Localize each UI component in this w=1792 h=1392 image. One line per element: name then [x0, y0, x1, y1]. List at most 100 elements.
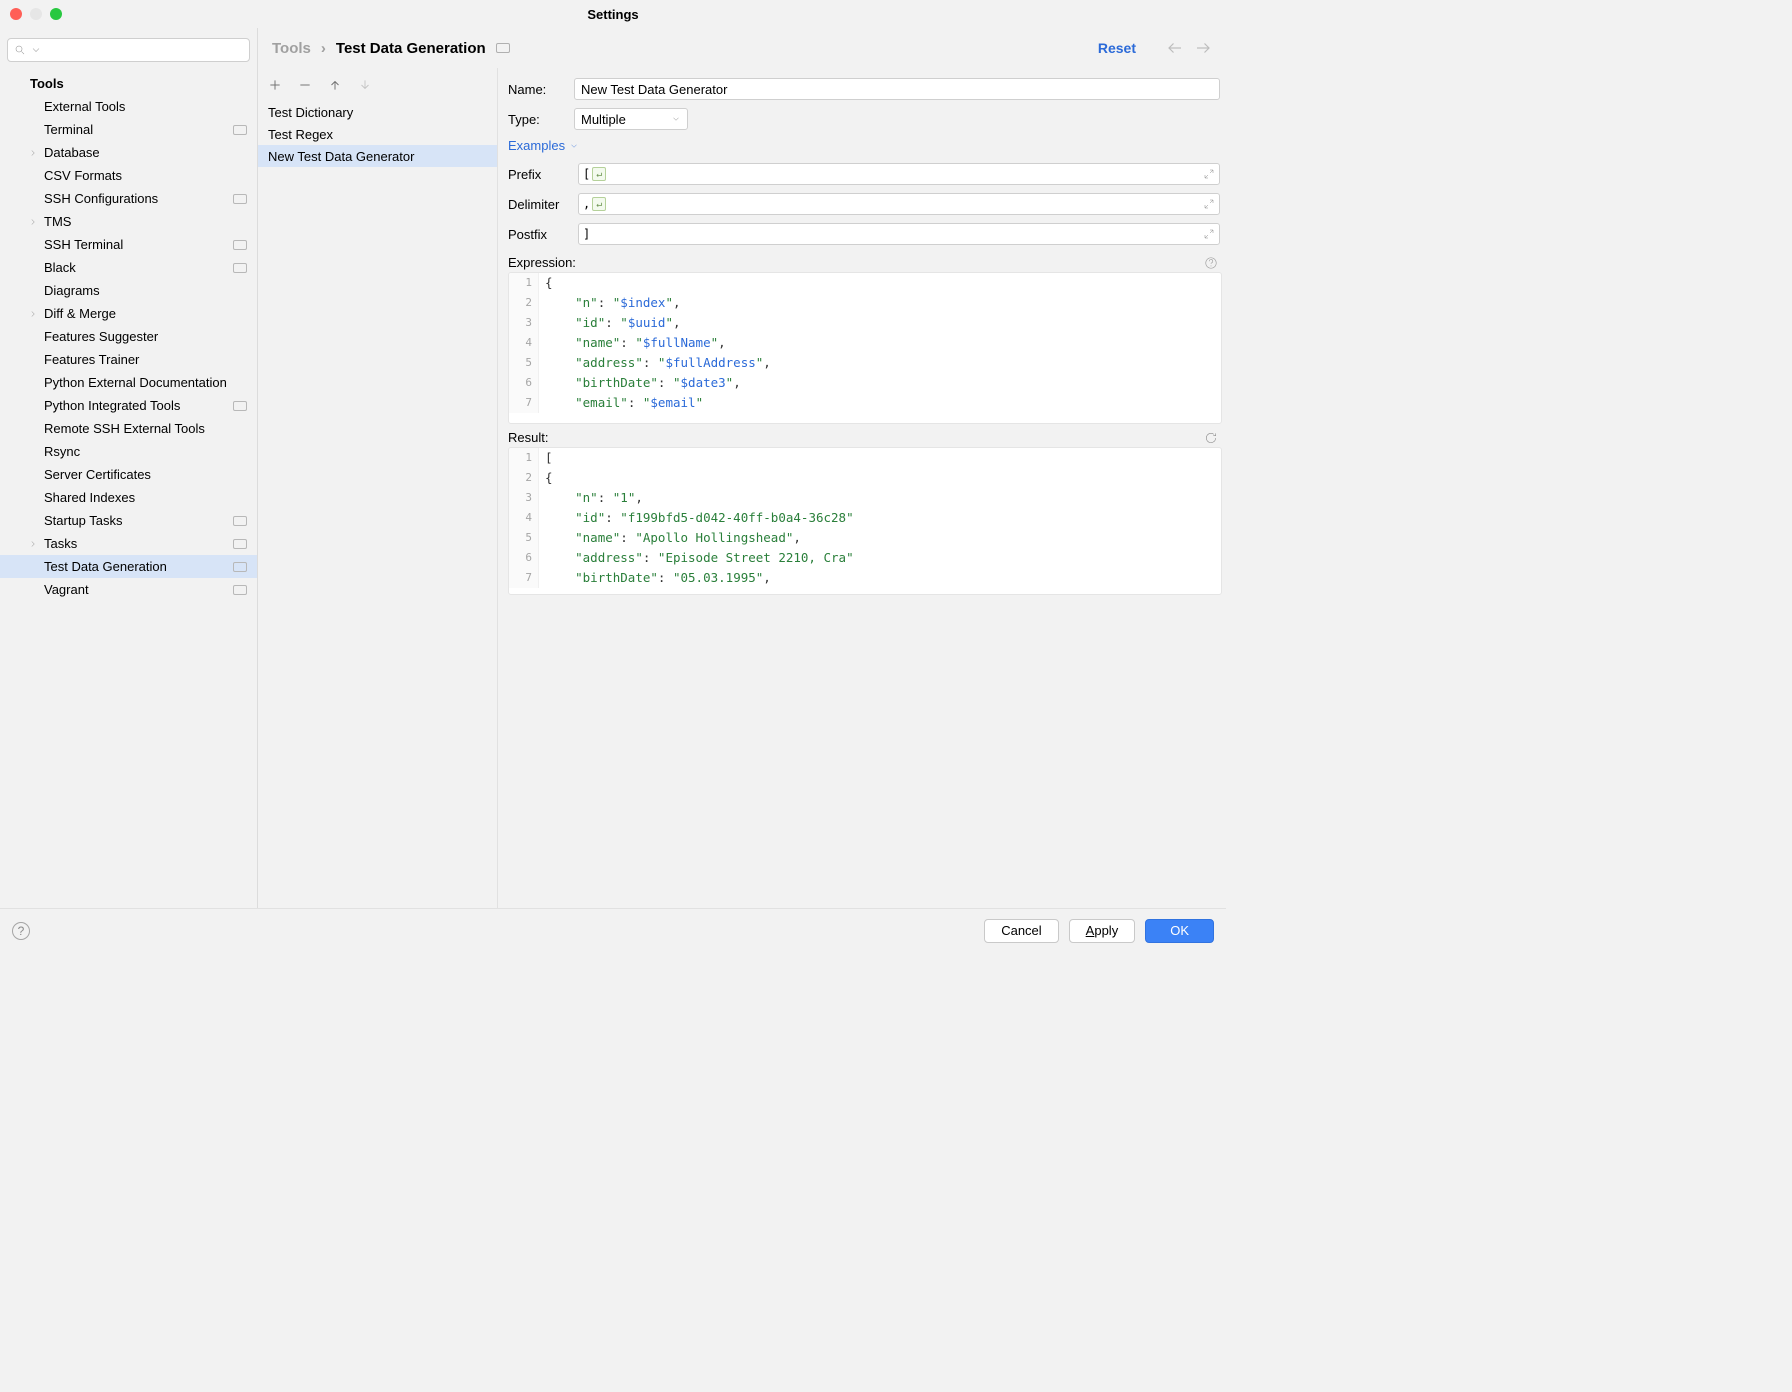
apply-button[interactable]: Apply — [1069, 919, 1136, 943]
add-generator-button[interactable] — [268, 78, 282, 95]
reset-link[interactable]: Reset — [1098, 40, 1136, 56]
prefix-input[interactable]: [ ↵ — [578, 163, 1220, 185]
breadcrumb-bar: Tools › Test Data Generation Reset — [258, 28, 1226, 68]
sidebar-item[interactable]: Python External Documentation — [0, 371, 257, 394]
sidebar-item[interactable]: Shared Indexes — [0, 486, 257, 509]
delimiter-input[interactable]: , ↵ — [578, 193, 1220, 215]
settings-search[interactable] — [7, 38, 250, 62]
sidebar-item[interactable]: Terminal — [0, 118, 257, 141]
sidebar-item[interactable]: Features Trainer — [0, 348, 257, 371]
name-input[interactable]: New Test Data Generator — [574, 78, 1220, 100]
tree-section-tools[interactable]: Tools — [0, 72, 257, 95]
sidebar-item-label: Python Integrated Tools — [44, 398, 180, 413]
nav-back-icon[interactable] — [1166, 39, 1184, 57]
sidebar-item-label: Features Trainer — [44, 352, 139, 367]
breadcrumb-current: Test Data Generation — [336, 40, 486, 57]
sidebar-item-label: Remote SSH External Tools — [44, 421, 205, 436]
sidebar-item-label: CSV Formats — [44, 168, 122, 183]
sidebar-item-label: Tasks — [44, 536, 77, 551]
settings-search-input[interactable] — [46, 43, 243, 58]
expand-icon[interactable] — [1203, 228, 1215, 240]
refresh-icon[interactable] — [1204, 431, 1218, 445]
sidebar-item-label: Diagrams — [44, 283, 100, 298]
sidebar-item-label: Python External Documentation — [44, 375, 227, 390]
dialog-footer: ? Cancel Apply OK — [0, 908, 1226, 952]
window-close[interactable] — [10, 8, 22, 20]
scope-badge-icon — [233, 240, 247, 250]
sidebar-item[interactable]: Tasks — [0, 532, 257, 555]
sidebar-item[interactable]: Features Suggester — [0, 325, 257, 348]
expression-editor[interactable]: 1{2 "n": "$index",3 "id": "$uuid",4 "nam… — [508, 272, 1222, 424]
sidebar-item-label: SSH Terminal — [44, 237, 123, 252]
generator-item[interactable]: Test Dictionary — [258, 101, 497, 123]
name-label: Name: — [508, 82, 564, 97]
sidebar-item[interactable]: Black — [0, 256, 257, 279]
sidebar-item[interactable]: CSV Formats — [0, 164, 257, 187]
sidebar-item[interactable]: Test Data Generation — [0, 555, 257, 578]
generator-panel: Test DictionaryTest RegexNew Test Data G… — [258, 68, 498, 908]
sidebar-item[interactable]: Diff & Merge — [0, 302, 257, 325]
nav-forward-icon[interactable] — [1194, 39, 1212, 57]
window-minimize[interactable] — [30, 8, 42, 20]
settings-sidebar: Tools External Tools TerminalDatabase CSV … — [0, 28, 258, 908]
scope-badge-icon — [233, 194, 247, 204]
sidebar-item[interactable]: Python Integrated Tools — [0, 394, 257, 417]
generator-list: Test DictionaryTest RegexNew Test Data G… — [258, 101, 497, 908]
examples-link[interactable]: Examples — [508, 134, 1226, 159]
scope-badge-icon — [233, 585, 247, 595]
generator-item[interactable]: Test Regex — [258, 123, 497, 145]
type-select[interactable]: Multiple — [574, 108, 688, 130]
sidebar-item[interactable]: SSH Terminal — [0, 233, 257, 256]
chevron-right-icon — [28, 148, 38, 158]
expression-label: Expression: — [508, 255, 576, 270]
generator-toolbar — [258, 74, 497, 101]
result-editor[interactable]: 1[2{3 "n": "1",4 "id": "f199bfd5-d042-40… — [508, 447, 1222, 595]
delimiter-label: Delimiter — [508, 197, 568, 212]
postfix-input[interactable]: ] — [578, 223, 1220, 245]
remove-generator-button[interactable] — [298, 78, 312, 95]
expand-icon[interactable] — [1203, 198, 1215, 210]
sidebar-item[interactable]: TMS — [0, 210, 257, 233]
window-maximize[interactable] — [50, 8, 62, 20]
sidebar-item-label: Diff & Merge — [44, 306, 116, 321]
sidebar-item[interactable]: Database — [0, 141, 257, 164]
sidebar-item[interactable]: Rsync — [0, 440, 257, 463]
breadcrumb-parent[interactable]: Tools — [272, 40, 311, 57]
sidebar-item-label: Black — [44, 260, 76, 275]
breadcrumb-separator: › — [321, 40, 326, 57]
sidebar-item-label: SSH Configurations — [44, 191, 158, 206]
sidebar-item[interactable]: Vagrant — [0, 578, 257, 601]
chevron-right-icon — [28, 539, 38, 549]
generator-item[interactable]: New Test Data Generator — [258, 145, 497, 167]
newline-icon: ↵ — [592, 197, 606, 211]
chevron-right-icon — [28, 217, 38, 227]
postfix-label: Postfix — [508, 227, 568, 242]
help-button[interactable]: ? — [12, 922, 30, 940]
settings-tree: Tools External Tools TerminalDatabase CSV … — [0, 68, 257, 908]
sidebar-item-label: External Tools — [44, 99, 125, 114]
sidebar-item[interactable]: Server Certificates — [0, 463, 257, 486]
help-icon[interactable] — [1204, 256, 1218, 270]
sidebar-item[interactable]: Diagrams — [0, 279, 257, 302]
scope-badge-icon — [233, 401, 247, 411]
sidebar-item[interactable]: SSH Configurations — [0, 187, 257, 210]
expand-icon[interactable] — [1203, 168, 1215, 180]
sidebar-item-label: Shared Indexes — [44, 490, 135, 505]
newline-icon: ↵ — [592, 167, 606, 181]
type-label: Type: — [508, 112, 564, 127]
sidebar-item-label: Rsync — [44, 444, 80, 459]
chevron-down-icon — [671, 114, 681, 124]
sidebar-item-label: Vagrant — [44, 582, 89, 597]
move-down-button[interactable] — [358, 78, 372, 95]
sidebar-item[interactable]: External Tools — [0, 95, 257, 118]
traffic-lights — [10, 8, 62, 20]
sidebar-item-label: Startup Tasks — [44, 513, 123, 528]
scope-badge-icon — [233, 516, 247, 526]
ok-button[interactable]: OK — [1145, 919, 1214, 943]
scope-badge-icon — [233, 263, 247, 273]
cancel-button[interactable]: Cancel — [984, 919, 1058, 943]
prefix-label: Prefix — [508, 167, 568, 182]
move-up-button[interactable] — [328, 78, 342, 95]
sidebar-item[interactable]: Remote SSH External Tools — [0, 417, 257, 440]
sidebar-item[interactable]: Startup Tasks — [0, 509, 257, 532]
